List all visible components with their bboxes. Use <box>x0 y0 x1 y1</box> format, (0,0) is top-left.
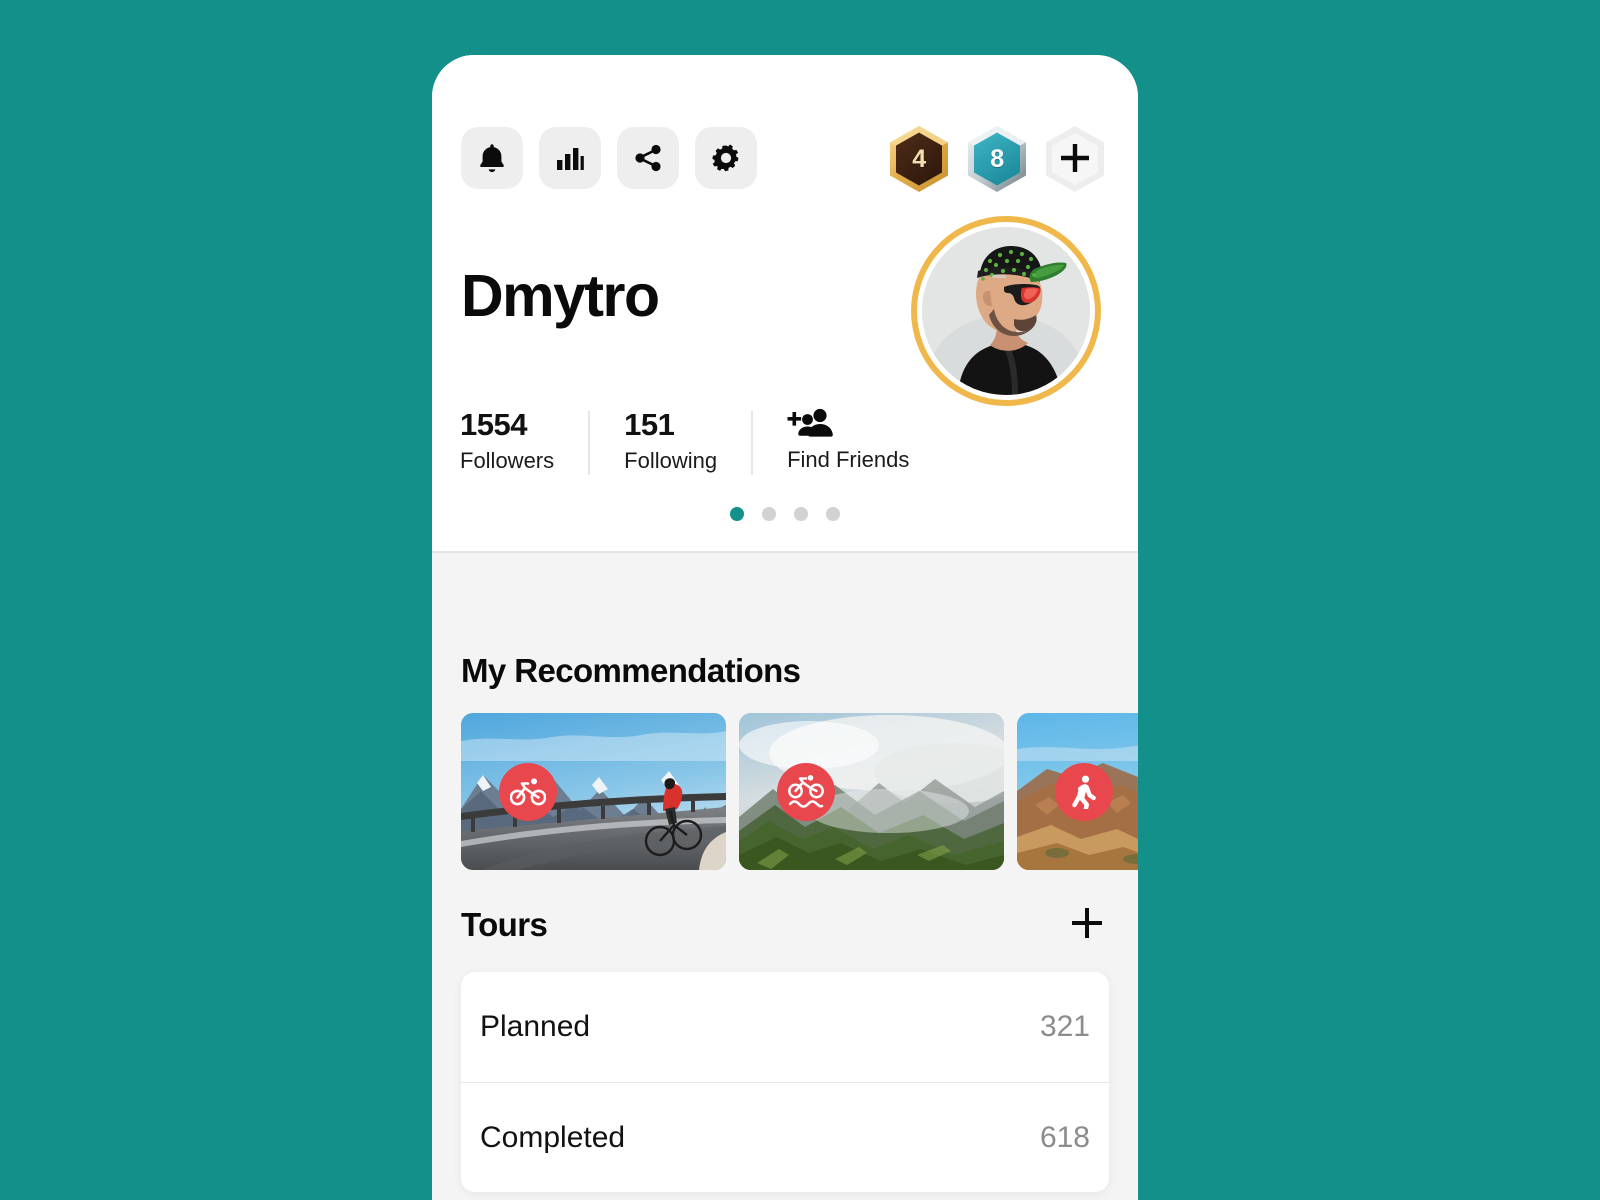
gold-badge-value: 4 <box>912 145 926 173</box>
tours-title: Tours <box>461 906 548 943</box>
notifications-button[interactable] <box>461 127 523 189</box>
sport-badge-mountain-biking <box>777 763 835 821</box>
sport-badge-road-cycling <box>499 763 557 821</box>
mountain-biking-icon <box>788 775 824 809</box>
share-button[interactable] <box>617 127 679 189</box>
profile-stats: 1554 Followers 151 Following Find Friend… <box>460 407 909 475</box>
page-title: Dmytro <box>461 263 660 329</box>
find-friends-button[interactable]: Find Friends <box>753 407 909 473</box>
avatar[interactable] <box>911 216 1101 406</box>
tours-row-label: Completed <box>480 1120 626 1154</box>
add-people-icon <box>787 407 835 444</box>
tours-row-count: 321 <box>1039 1010 1090 1043</box>
silver-badge[interactable]: 8 <box>962 123 1032 195</box>
gear-icon <box>710 142 742 174</box>
plus-icon <box>1068 904 1106 947</box>
followers-stat[interactable]: 1554 Followers <box>460 407 588 474</box>
phone-frame: 4 8 Dmytro 1554 Followers 151 Following … <box>432 55 1138 1200</box>
profile-header: 4 8 Dmytro 1554 Followers 151 Following … <box>432 55 1138 553</box>
followers-count: 1554 <box>460 407 527 442</box>
settings-button[interactable] <box>695 127 757 189</box>
recommendations-carousel[interactable] <box>461 713 1138 870</box>
tours-header: Tours <box>461 903 1109 947</box>
carousel-dot-3[interactable] <box>794 507 808 521</box>
statistics-button[interactable] <box>539 127 601 189</box>
profile-body: My Recommendations Tours Planned 321 Com… <box>432 553 1138 1200</box>
carousel-dot-2[interactable] <box>762 507 776 521</box>
sport-badge-hiking <box>1055 763 1113 821</box>
avatar-photo <box>922 227 1090 395</box>
tours-row-completed[interactable]: Completed 618 <box>461 1082 1109 1192</box>
bell-icon <box>476 141 508 175</box>
tours-row-planned[interactable]: Planned 321 <box>461 972 1109 1082</box>
recommendation-card-road-cycling[interactable] <box>461 713 726 870</box>
add-badge-button[interactable] <box>1040 123 1110 195</box>
bar-chart-icon <box>554 143 586 173</box>
recommendation-card-mountain-biking[interactable] <box>739 713 1004 870</box>
hiking-icon <box>1069 775 1099 809</box>
tours-row-label: Planned <box>480 1010 591 1043</box>
carousel-dot-4[interactable] <box>826 507 840 521</box>
tours-card: Planned 321 Completed 618 <box>461 972 1109 1192</box>
carousel-pagination <box>432 507 1138 521</box>
add-tour-button[interactable] <box>1065 903 1109 947</box>
followers-label: Followers <box>460 447 555 473</box>
road-cycling-icon <box>510 778 546 806</box>
gold-badge[interactable]: 4 <box>884 123 954 195</box>
recommendation-card-hiking[interactable] <box>1017 713 1138 870</box>
header-toolbar <box>461 127 757 189</box>
share-icon <box>632 142 664 174</box>
recommendations-title: My Recommendations <box>461 652 801 689</box>
tours-row-count: 618 <box>1039 1120 1090 1154</box>
carousel-dot-1[interactable] <box>730 507 744 521</box>
following-count: 151 <box>624 407 675 442</box>
silver-badge-value: 8 <box>990 145 1004 173</box>
following-stat[interactable]: 151 Following <box>590 407 751 474</box>
find-friends-label: Find Friends <box>787 447 910 472</box>
achievement-badges: 4 8 <box>884 123 1110 195</box>
following-label: Following <box>624 447 718 473</box>
